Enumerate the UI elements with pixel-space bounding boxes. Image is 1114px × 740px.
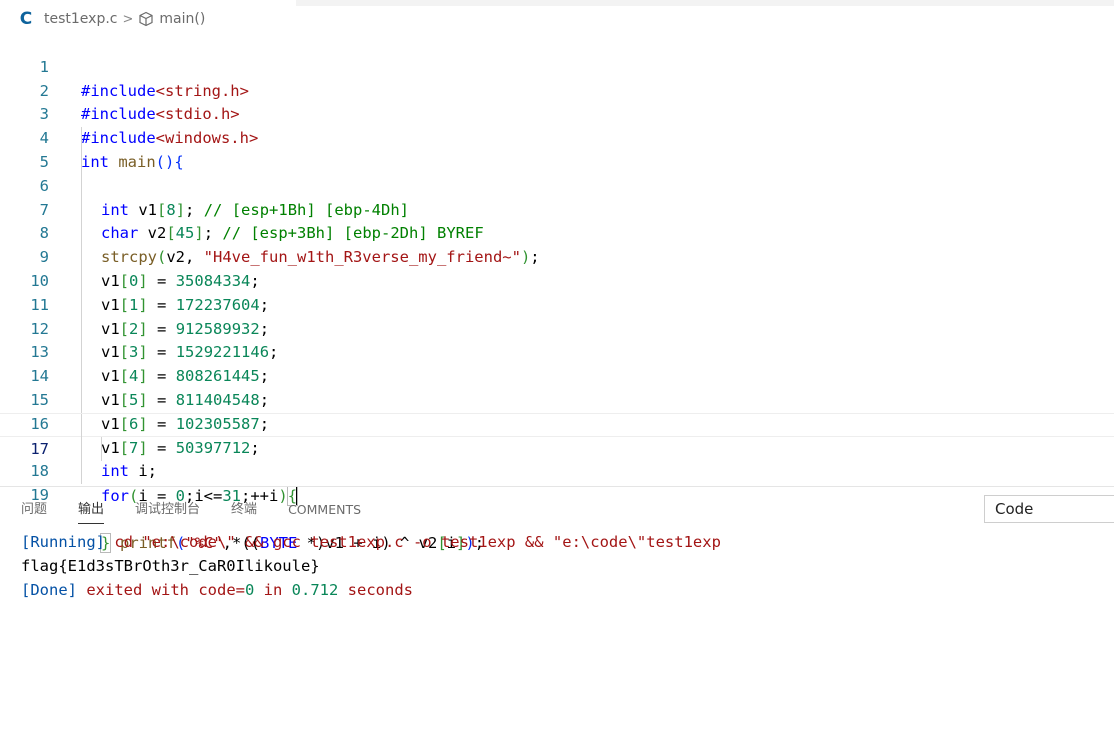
exit-code-value: 0 — [245, 581, 255, 599]
tab-problems[interactable]: 问题 — [21, 494, 47, 526]
indent-guide — [81, 365, 82, 390]
code-line[interactable]: 9 v1[1] = 172237604; — [0, 222, 1114, 314]
run-command: cd "e:\code\" && gcc test1exp.c -o test1… — [105, 533, 721, 551]
code-line[interactable]: 12 v1[4] = 808261445; — [0, 293, 1114, 385]
code-line[interactable]: 5 int v1[8]; // [esp+1Bh] [ebp-4Dh] — [0, 127, 1114, 219]
output-log: [Running] cd "e:\code\" && gcc test1exp.… — [21, 530, 721, 602]
indent-guide — [101, 436, 102, 461]
panel-tabs: 问题 输出 调试控制台 终端 COMMENTS — [0, 494, 371, 526]
indent-guide — [81, 270, 82, 294]
cube-icon — [139, 11, 153, 27]
c-language-icon: C — [19, 9, 33, 29]
indent-guide — [81, 127, 82, 152]
code-line[interactable]: 8 v1[0] = 35084334; — [0, 198, 1114, 290]
panel-divider — [0, 486, 1114, 487]
indent-guide — [81, 198, 82, 223]
output-line: [Running] cd "e:\code\" && gcc test1exp.… — [21, 530, 721, 554]
code-line[interactable]: 14 v1[6] = 102305587; — [0, 341, 1114, 433]
breadcrumb-separator-icon: > — [122, 11, 134, 27]
indent-guide — [81, 460, 82, 485]
tab-debug-console[interactable]: 调试控制台 — [135, 494, 200, 526]
output-channel-select[interactable]: Code — [984, 495, 1114, 523]
program-output: flag{E1d3sTBrOth3r_CaR0Ilikoule} — [21, 557, 320, 575]
code-line[interactable]: 6 char v2[45]; // [esp+3Bh] [ebp-2Dh] BY… — [0, 151, 1114, 242]
exit-code-label: code= — [198, 581, 245, 599]
code-line[interactable]: 15 v1[7] = 50397712; — [0, 365, 1114, 457]
indent-guide — [81, 293, 82, 318]
breadcrumb: C test1exp.c > main() — [0, 6, 1114, 32]
code-line[interactable]: 2 #include<stdio.h> — [0, 56, 1114, 124]
code-line[interactable]: 7 strcpy(v2, "H4ve_fun_w1th_R3verse_my_f… — [0, 174, 1114, 266]
code-line-current[interactable]: 17 for(i = 0;i<=31;++i){ — [0, 412, 1114, 507]
code-line[interactable]: 10 v1[2] = 912589932; — [0, 246, 1114, 338]
indent-guide — [81, 317, 82, 342]
indent-guide — [81, 174, 82, 199]
seconds-label: seconds — [338, 581, 413, 599]
indent-guide — [81, 436, 82, 461]
elapsed-seconds: 0.712 — [291, 581, 339, 599]
output-line: [Done] exited with code=0 in 0.712 secon… — [21, 578, 721, 602]
indent-guide — [81, 151, 82, 175]
breadcrumb-file[interactable]: test1exp.c — [44, 11, 117, 27]
tab-comments[interactable]: COMMENTS — [288, 494, 361, 526]
done-tag: [Done] — [21, 581, 77, 599]
code-line[interactable]: 3 #include<windows.h> — [0, 80, 1114, 147]
tab-terminal[interactable]: 终端 — [231, 494, 257, 526]
breadcrumb-symbol[interactable]: main() — [159, 11, 205, 27]
code-line[interactable]: 18 printf("%C",*((BYTE *)v1 + i) ^ v2[i]… — [0, 436, 1114, 552]
code-line[interactable]: 13 v1[5] = 811404548; — [0, 317, 1114, 409]
exit-text: exited with — [77, 581, 199, 599]
code-line[interactable]: 11 v1[3] = 1529221146; — [0, 270, 1114, 361]
code-line[interactable]: 4 int main(){ — [0, 103, 1114, 171]
code-line[interactable]: 19 } — [0, 460, 1114, 553]
indent-guide — [81, 389, 82, 413]
exit-in: in — [254, 581, 292, 599]
code-line[interactable]: 1 #include<string.h> — [0, 32, 1114, 100]
tab-output[interactable]: 输出 — [78, 494, 105, 526]
indent-guide — [81, 341, 82, 366]
indent-guide — [81, 246, 82, 271]
indent-guide — [81, 222, 82, 247]
indent-guide — [81, 413, 82, 438]
code-editor[interactable]: 1 #include<string.h> 2 #include<stdio.h>… — [0, 32, 1114, 553]
running-tag: [Running] — [21, 533, 105, 551]
code-line[interactable]: 16 int i; — [0, 389, 1114, 480]
